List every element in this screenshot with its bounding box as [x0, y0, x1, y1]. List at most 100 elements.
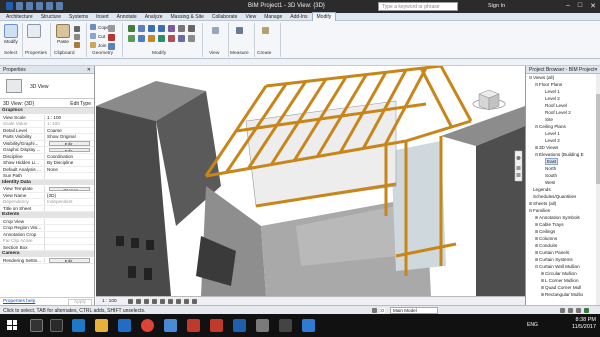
modify-button[interactable]: Modify: [4, 24, 18, 44]
property-value[interactable]: 1: 100: [45, 121, 94, 127]
browser-tree-item[interactable]: South: [526, 172, 600, 179]
print-icon[interactable]: [56, 2, 63, 10]
search-icon[interactable]: [30, 319, 43, 332]
cut-geometry-button[interactable]: Cut: [90, 33, 105, 39]
paint-icon[interactable]: [108, 43, 115, 50]
demolish-icon[interactable]: [108, 34, 115, 41]
cut-icon[interactable]: [74, 26, 80, 32]
mirror-axis-icon[interactable]: [148, 25, 155, 32]
property-value[interactable]: Coordination: [45, 154, 94, 160]
property-value[interactable]: 1 : 100: [45, 115, 94, 121]
3d-viewport[interactable]: [96, 66, 525, 296]
property-value[interactable]: Coarse: [45, 128, 94, 134]
browser-tree-item[interactable]: ⊟ Elevations (Building E: [526, 151, 600, 158]
browser-tree-item[interactable]: Roof Level: [526, 102, 600, 109]
close-icon[interactable]: ✕: [593, 67, 598, 73]
redo-icon[interactable]: [46, 2, 53, 10]
property-row[interactable]: Rendering Settin... Edit...: [0, 257, 94, 264]
undo-icon[interactable]: [36, 2, 43, 10]
properties-help-link[interactable]: Properties help: [3, 299, 35, 304]
browser-tree-item[interactable]: ⊟ Ceiling Plans: [526, 123, 600, 130]
quick-access-toolbar[interactable]: [6, 2, 63, 10]
app-icon[interactable]: [279, 319, 292, 332]
select-underlay-icon[interactable]: [568, 308, 573, 313]
property-edit-button[interactable]: Edit...: [49, 258, 90, 263]
trim-extend-icon[interactable]: [158, 35, 165, 42]
browser-tree-item[interactable]: ⊟ Curtain Wall Mullion: [526, 263, 600, 270]
browser-tree-item[interactable]: Schedules/Quantities: [526, 193, 600, 200]
view-settings-icon[interactable]: [212, 27, 219, 34]
cope-button[interactable]: Cope: [90, 24, 109, 30]
browser-tree-item[interactable]: ⊞ Annotation Symbols: [526, 214, 600, 221]
store-icon[interactable]: [118, 319, 131, 332]
temporary-hide-icon[interactable]: [192, 299, 197, 304]
crop-view-icon[interactable]: [168, 299, 173, 304]
design-options-select[interactable]: Main Model: [390, 307, 438, 314]
browser-tree-item[interactable]: Legends: [526, 186, 600, 193]
browser-tree-item[interactable]: ⊞ Columns: [526, 235, 600, 242]
worksets-icon[interactable]: [372, 308, 377, 313]
split-gap-icon[interactable]: [178, 25, 185, 32]
sign-in-button[interactable]: Sign In: [488, 3, 505, 9]
select-pinned-icon[interactable]: [576, 308, 581, 313]
tab-massing-site[interactable]: Massing & Site: [167, 13, 208, 21]
file-explorer-icon[interactable]: [95, 319, 108, 332]
match-type-icon[interactable]: [74, 42, 80, 48]
tab-add-ins[interactable]: Add-Ins: [286, 13, 311, 21]
maximize-icon[interactable]: □: [578, 2, 582, 10]
autocad-icon[interactable]: [187, 319, 200, 332]
tab-collaborate[interactable]: Collaborate: [208, 13, 242, 21]
viewcube-icon[interactable]: [472, 89, 506, 111]
property-value[interactable]: [45, 232, 94, 238]
property-value[interactable]: [45, 206, 94, 212]
tab-structure[interactable]: Structure: [37, 13, 65, 21]
wall-joins-icon[interactable]: [108, 25, 115, 32]
property-edit-button[interactable]: <None>: [49, 186, 90, 191]
browser-tree-item[interactable]: ⊞ L Corner Mullion: [526, 277, 600, 284]
move-icon[interactable]: [128, 35, 135, 42]
sun-path-icon[interactable]: [144, 299, 149, 304]
minimize-icon[interactable]: –: [566, 2, 570, 10]
pin-icon[interactable]: [188, 25, 195, 32]
property-value[interactable]: None: [45, 167, 94, 173]
view-scale[interactable]: 1 : 100: [102, 299, 117, 304]
word-icon[interactable]: [302, 319, 315, 332]
offset-icon[interactable]: [138, 25, 145, 32]
search-input[interactable]: Type a keyword or phrase: [378, 2, 458, 11]
browser-tree-item[interactable]: Level 2: [526, 95, 600, 102]
browser-tree-item[interactable]: ⊞ Cable Trays: [526, 221, 600, 228]
edge-icon[interactable]: [72, 319, 85, 332]
vertical-scrollbar[interactable]: [596, 74, 600, 305]
app-icon[interactable]: [256, 319, 269, 332]
copy-element-icon[interactable]: [138, 35, 145, 42]
browser-tree-item[interactable]: ⊟ Views (all): [526, 74, 600, 81]
browser-tree-item[interactable]: ⊟ Families: [526, 207, 600, 214]
browser-tree-item[interactable]: ⊞ Curtain Systems: [526, 256, 600, 263]
acrobat-icon[interactable]: [210, 319, 223, 332]
visual-style-icon[interactable]: [136, 299, 141, 304]
browser-tree-item[interactable]: Level 1: [526, 130, 600, 137]
save-icon[interactable]: [26, 2, 33, 10]
tab-modify[interactable]: Modify: [311, 12, 337, 21]
browser-tree-item[interactable]: ⊟ Floor Plans: [526, 81, 600, 88]
browser-tree-item[interactable]: Level 1: [526, 88, 600, 95]
split-icon[interactable]: [168, 25, 175, 32]
revit-icon[interactable]: [233, 319, 246, 332]
tab-systems[interactable]: Systems: [65, 13, 92, 21]
copy-icon[interactable]: [74, 34, 80, 40]
property-value[interactable]: [45, 173, 94, 179]
close-icon[interactable]: ✕: [590, 2, 596, 10]
select-links-icon[interactable]: [560, 308, 565, 313]
browser-tree-item[interactable]: ⊞ Conduits: [526, 242, 600, 249]
browser-tree-item[interactable]: ⊞ Rectangular Mullio: [526, 291, 600, 298]
tab-view[interactable]: View: [241, 13, 260, 21]
open-icon[interactable]: [16, 2, 23, 10]
browser-tree-item[interactable]: East: [526, 158, 600, 165]
task-view-icon[interactable]: [50, 319, 63, 332]
browser-tree-item[interactable]: ⊞ Ceilings: [526, 228, 600, 235]
mirror-draw-icon[interactable]: [158, 25, 165, 32]
browser-tree-item[interactable]: Roof Level 2: [526, 109, 600, 116]
properties-button[interactable]: [27, 24, 41, 38]
chrome-icon[interactable]: [141, 319, 154, 332]
navigation-bar[interactable]: [514, 150, 523, 182]
